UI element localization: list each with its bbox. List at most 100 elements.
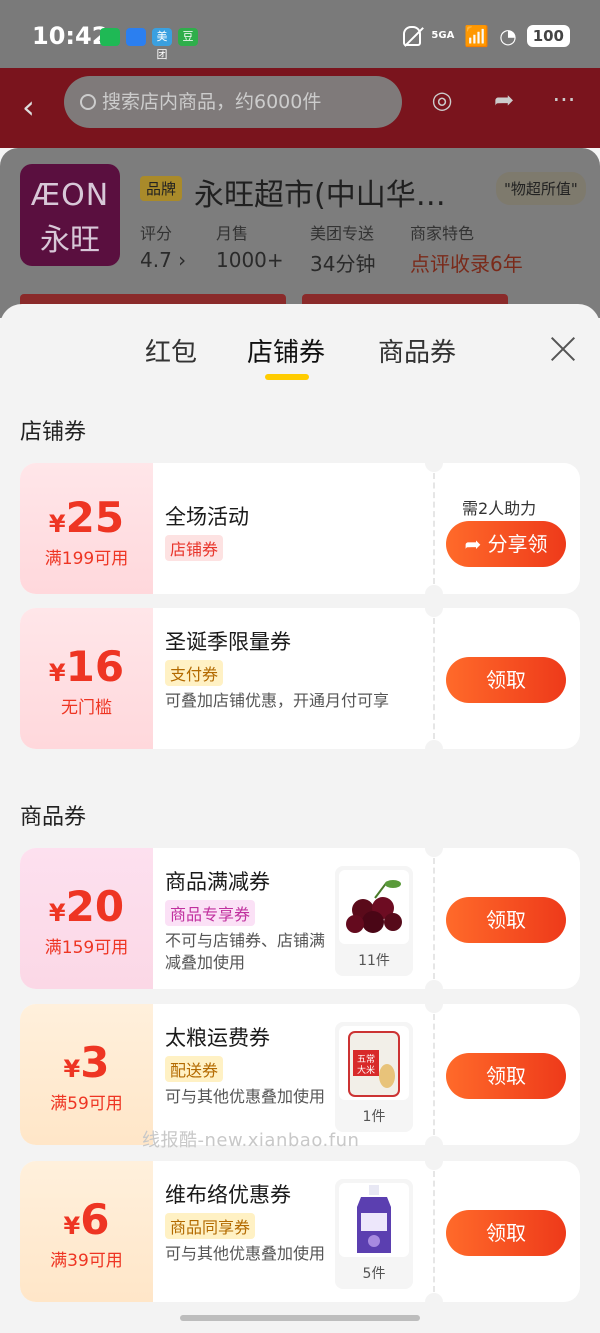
search-icon (80, 94, 96, 110)
coupon-tag: 配送券 (165, 1056, 224, 1082)
coupon-notch (425, 585, 443, 594)
coupon-notch (425, 740, 443, 749)
douban-notification-icon: 豆 (178, 28, 198, 46)
coupon-condition: 无门槛 (61, 698, 112, 718)
coupon-divider (433, 473, 435, 584)
logo-text-en: ÆON (30, 178, 110, 213)
section-title-product-coupons: 商品券 (20, 805, 87, 830)
coupon-divider (433, 858, 435, 979)
coupon-amount: ¥16 (20, 642, 153, 691)
coupon-name: 全场活动 (165, 505, 249, 529)
metric-value: 1000+ (216, 248, 284, 272)
coupon-description: 不可与店铺券、店铺满减叠加使用 (165, 931, 326, 972)
coupon-card: ¥6 满39可用 维布络优惠券 商品同享券 可与其他优惠叠加使用 5件 领取 (20, 1161, 580, 1302)
claim-button[interactable]: 领取 (446, 897, 566, 943)
coupon-notch (425, 980, 443, 989)
brand-badge: 品牌 (140, 176, 183, 201)
metric-label: 评分 (140, 224, 173, 243)
coupon-card: ¥16 无门槛 圣诞季限量券 支付券 可叠加店铺优惠，开通月付可享 领取 (20, 608, 580, 749)
currency-symbol: ¥ (63, 1055, 81, 1083)
currency-symbol: ¥ (48, 510, 66, 538)
coupon-value-panel: ¥20 满159可用 (20, 848, 153, 989)
share-arrow-icon: ➦ (464, 532, 488, 556)
store-slogan: "物超所值" (496, 172, 586, 205)
metric-value: 4.7 › (140, 248, 187, 272)
more-icon[interactable]: ··· (546, 86, 582, 122)
logo-text-cn: 永旺 (40, 223, 100, 258)
coupon-condition: 满159可用 (44, 938, 129, 958)
tab-store-coupon[interactable]: 店铺券 (247, 332, 325, 369)
coupon-description: 可与其他优惠叠加使用 (165, 1244, 326, 1263)
search-placeholder: 搜索店内商品，约6000件 (102, 91, 322, 113)
store-logo: ÆON 永旺 (20, 164, 120, 266)
amount-value: 3 (80, 1038, 110, 1087)
amount-value: 16 (65, 642, 125, 691)
metric-label: 美团专送 (310, 224, 375, 243)
message-notification-icon (126, 28, 146, 46)
claim-button[interactable]: 领取 (446, 1053, 566, 1099)
coupon-value-panel: ¥3 满59可用 (20, 1004, 153, 1145)
product-thumbnail[interactable]: 11件 (335, 866, 413, 976)
share-claim-button[interactable]: ➦ 分享领 (446, 521, 566, 567)
coupon-notch (425, 848, 443, 857)
status-app-icons: 美团 豆 (100, 28, 198, 61)
status-indicators: 5GA 📶 ◔ 100 (403, 24, 570, 48)
coupon-amount: ¥25 (20, 493, 153, 542)
tab-indicator (265, 374, 309, 380)
coupon-tabs: 红包 店铺券 商品券 (0, 304, 600, 394)
store-header: ‹ 搜索店内商品，约6000件 ◎ ➦ ··· (0, 68, 600, 148)
coupon-condition: 满199可用 (44, 549, 129, 569)
metric-rating[interactable]: 评分 4.7 › (140, 220, 186, 272)
metric-sales: 月售 1000+ (216, 220, 284, 272)
home-indicator[interactable] (180, 1315, 420, 1321)
store-info: ÆON 永旺 品牌 永旺超市(中山华… "物超所值" 评分 4.7 › 月售 1… (0, 148, 600, 318)
coupon-notch (425, 608, 443, 617)
coupon-description: 可叠加店铺优惠，开通月付可享 (165, 691, 390, 710)
assist-requirement: 需2人助力 (462, 499, 537, 518)
share-icon[interactable]: ➦ (486, 86, 522, 122)
coupon-card: ¥25 满199可用 全场活动 店铺券 需2人助力 ➦ 分享领 (20, 463, 580, 594)
coupon-name: 圣诞季限量券 (165, 630, 291, 654)
product-count: 5件 (362, 1266, 386, 1282)
status-time: 10:42 (32, 22, 109, 50)
back-arrow-icon[interactable]: ‹ (22, 88, 35, 126)
currency-symbol: ¥ (63, 1212, 81, 1240)
svg-text:大米: 大米 (357, 1064, 375, 1076)
customer-service-icon[interactable]: ◎ (424, 86, 460, 122)
coupon-card: ¥3 满59可用 太粮运费券 配送券 可与其他优惠叠加使用 五常 大米 1件 领… (20, 1004, 580, 1145)
coupon-divider (433, 1014, 435, 1135)
cherry-product-image (339, 870, 409, 944)
coupon-notch (425, 1161, 443, 1170)
coupon-divider (433, 618, 435, 739)
coupon-description: 可与其他优惠叠加使用 (165, 1087, 326, 1106)
search-input[interactable]: 搜索店内商品，约6000件 (64, 76, 402, 128)
close-icon[interactable] (548, 334, 578, 364)
product-thumbnail[interactable]: 五常 大米 1件 (335, 1022, 413, 1132)
coupon-tag: 商品专享券 (165, 900, 256, 926)
claim-button[interactable]: 领取 (446, 657, 566, 703)
currency-symbol: ¥ (48, 659, 66, 687)
app-notification-icon: 美团 (152, 28, 172, 61)
coupon-amount: ¥6 (20, 1195, 153, 1244)
amount-value: 20 (65, 882, 125, 931)
coupon-condition: 满59可用 (50, 1094, 123, 1114)
coupon-tag: 店铺券 (165, 535, 224, 561)
coupon-notch (425, 1293, 443, 1302)
wechat-notification-icon (100, 28, 120, 46)
coupon-condition: 满39可用 (50, 1251, 123, 1271)
product-count: 11件 (358, 953, 390, 969)
metric-delivery: 美团专送 34分钟 (310, 220, 375, 277)
currency-symbol: ¥ (48, 899, 66, 927)
mute-icon (403, 26, 422, 46)
tab-product-coupon[interactable]: 商品券 (378, 332, 456, 369)
button-label: 分享领 (487, 532, 548, 556)
detergent-product-image (339, 1183, 409, 1257)
rice-bag-product-image: 五常 大米 (339, 1026, 409, 1100)
product-thumbnail[interactable]: 5件 (335, 1179, 413, 1289)
svg-text:五常: 五常 (357, 1053, 375, 1065)
claim-button[interactable]: 领取 (446, 1210, 566, 1256)
tab-red-packet[interactable]: 红包 (145, 332, 197, 369)
metric-label: 商家特色 (410, 224, 475, 243)
coupon-amount: ¥3 (20, 1038, 153, 1087)
coupon-value-panel: ¥6 满39可用 (20, 1161, 153, 1302)
